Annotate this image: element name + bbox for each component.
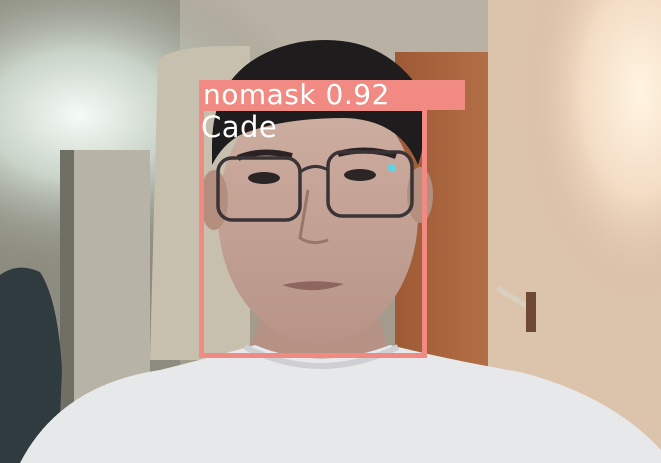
detection-label: nomask 0.92 [199, 80, 465, 110]
doorway [70, 150, 150, 410]
webcam-frame: nomask 0.92 Cade [0, 0, 661, 463]
doorway-edge [60, 150, 74, 420]
identity-label: Cade [201, 110, 278, 144]
door-plate [526, 292, 536, 332]
